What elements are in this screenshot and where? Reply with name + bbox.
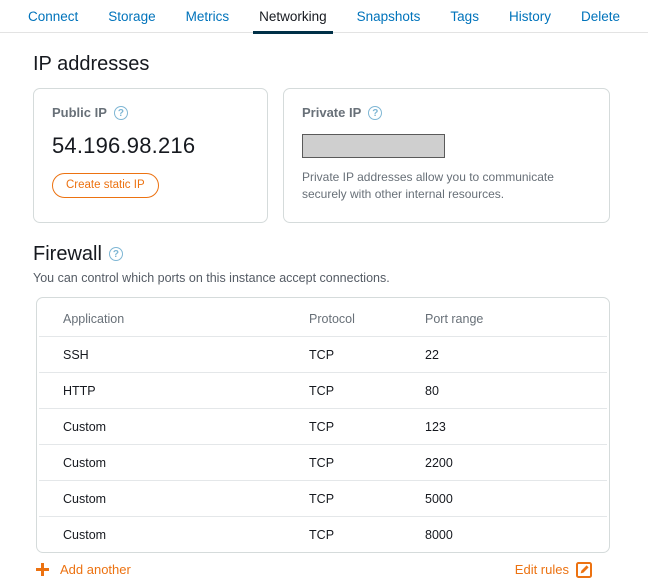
help-circle-icon[interactable]: ? — [368, 105, 383, 120]
cell-application: Custom — [39, 444, 310, 481]
plus-icon — [36, 563, 49, 577]
tab-networking[interactable]: Networking — [244, 1, 342, 34]
tab-metrics[interactable]: Metrics — [171, 1, 245, 33]
table-row[interactable]: Custom TCP 2200 — [39, 444, 607, 481]
help-circle-icon[interactable]: ? — [113, 105, 128, 120]
cell-protocol: TCP — [309, 527, 335, 542]
firewall-footer-actions: Add another Edit rules — [36, 561, 610, 578]
tab-history[interactable]: History — [494, 1, 566, 33]
public-ip-card: Public IP ? 54.196.98.216 Create static … — [33, 88, 268, 223]
private-ip-label-row: Private IP ? — [302, 105, 591, 120]
firewall-rules-card: Application Protocol Port range SSH TCP … — [36, 296, 610, 553]
table-row[interactable]: Custom TCP 5000 — [39, 480, 607, 517]
column-header-protocol: Protocol — [309, 297, 425, 337]
create-static-ip-button[interactable]: Create static IP — [52, 173, 159, 198]
public-ip-value: 54.196.98.216 — [52, 133, 196, 158]
table-row[interactable]: Custom TCP 123 — [39, 408, 607, 445]
private-ip-description: Private IP addresses allow you to commun… — [302, 170, 554, 202]
cell-protocol: TCP — [309, 480, 425, 517]
firewall-heading: Firewall ? — [33, 243, 628, 266]
cell-port-range: 8000 — [425, 527, 453, 542]
table-header-row: Application Protocol Port range — [39, 297, 607, 337]
tab-storage[interactable]: Storage — [93, 1, 170, 33]
cell-port-range: 5000 — [425, 480, 607, 517]
cell-protocol: TCP — [309, 408, 425, 445]
public-ip-label-row: Public IP ? — [52, 105, 249, 120]
public-ip-label: Public IP — [52, 105, 107, 120]
edit-pencil-square-icon — [576, 561, 592, 578]
add-another-label: Add another — [60, 562, 131, 578]
cell-application: HTTP — [39, 372, 310, 409]
column-header-application: Application — [39, 297, 310, 337]
private-ip-label: Private IP — [302, 105, 362, 120]
edit-rules-button[interactable]: Edit rules — [514, 561, 610, 578]
cell-application: Custom — [39, 480, 310, 517]
cell-application: Custom — [63, 527, 107, 542]
tab-delete[interactable]: Delete — [566, 1, 635, 33]
tab-connect[interactable]: Connect — [13, 1, 93, 33]
cell-protocol: TCP — [309, 372, 425, 409]
firewall-description: You can control which ports on this inst… — [33, 270, 390, 285]
firewall-title: Firewall — [33, 242, 102, 265]
cell-port-range: 123 — [425, 408, 607, 445]
instance-tab-bar: Connect Storage Metrics Networking Snaps… — [0, 0, 648, 34]
private-ip-card: Private IP ? Private IP addresses allow … — [283, 88, 610, 223]
cell-protocol: TCP — [309, 444, 425, 481]
tab-tags[interactable]: Tags — [435, 1, 494, 33]
cell-port-range: 2200 — [425, 444, 607, 481]
table-row[interactable]: Custom TCP 8000 — [39, 516, 607, 552]
firewall-rules-table: Application Protocol Port range SSH TCP … — [39, 297, 607, 552]
networking-page: IP addresses Public IP ? 54.196.98.216 C… — [0, 53, 648, 578]
table-row[interactable]: SSH TCP 22 — [39, 336, 607, 373]
tab-snapshots[interactable]: Snapshots — [342, 1, 436, 33]
add-another-button[interactable]: Add another — [36, 562, 131, 577]
ip-addresses-title: IP addresses — [33, 53, 150, 75]
table-row[interactable]: HTTP TCP 80 — [39, 372, 607, 409]
help-circle-icon[interactable]: ? — [108, 247, 123, 262]
column-header-port-range: Port range — [425, 297, 607, 337]
private-ip-masked-value — [302, 134, 445, 158]
edit-rules-label: Edit rules — [514, 562, 569, 578]
ip-addresses-heading: IP addresses — [33, 53, 628, 76]
cell-port-range: 80 — [425, 372, 607, 409]
cell-protocol: TCP — [309, 336, 425, 373]
cell-application: SSH — [39, 336, 310, 373]
ip-cards-row: Public IP ? 54.196.98.216 Create static … — [33, 88, 628, 223]
cell-application: Custom — [39, 408, 310, 445]
cell-port-range: 22 — [425, 336, 607, 373]
